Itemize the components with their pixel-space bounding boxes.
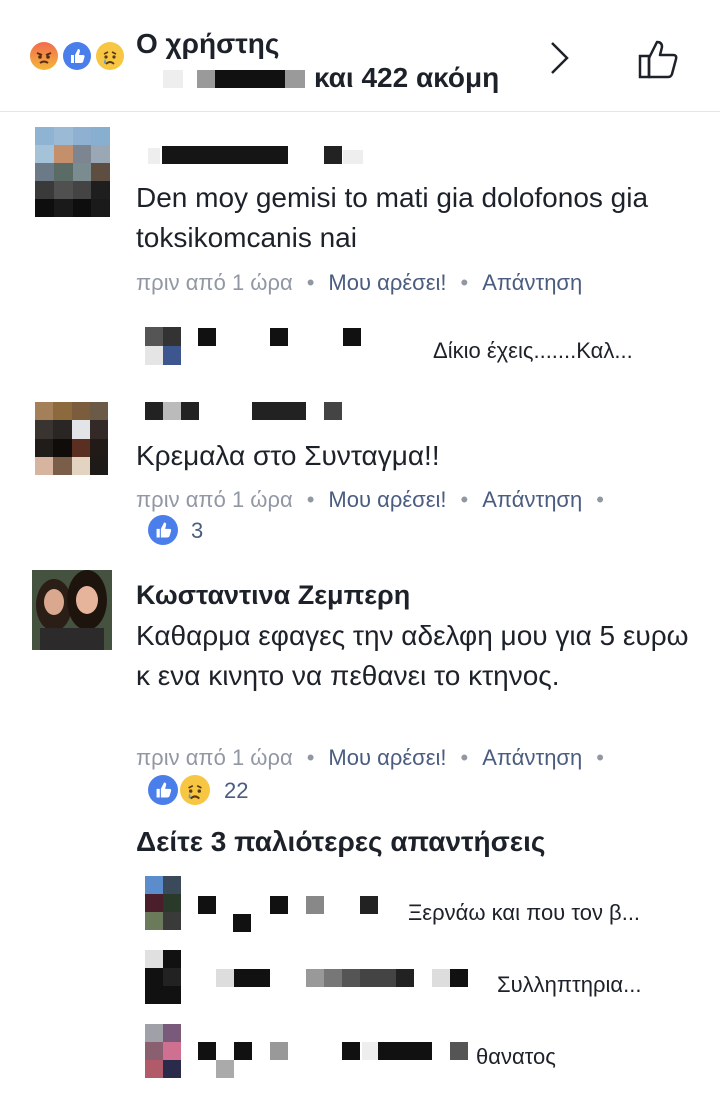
redacted-name <box>198 328 216 346</box>
redacted-name <box>306 896 324 914</box>
reply-link[interactable]: Απάντηση <box>482 745 582 770</box>
redacted-name <box>234 969 270 987</box>
redacted-name <box>450 1042 468 1060</box>
divider <box>0 111 720 112</box>
like-icon <box>148 515 178 545</box>
reply-preview-text: Ξερνάω και που τον β... <box>408 900 641 925</box>
avatar <box>145 876 181 930</box>
redacted-name <box>450 969 468 987</box>
reply-preview-text: θανατος <box>476 1044 556 1069</box>
redacted-name <box>342 1042 360 1060</box>
comment-meta: πριν από 1 ώρα • Μου αρέσει! • Απάντηση • <box>136 487 604 512</box>
redacted-name <box>270 896 288 914</box>
see-older-replies-link[interactable]: Δείτε 3 παλιότερες απαντήσεις <box>136 826 545 858</box>
comment-meta: πριν από 1 ώρα • Μου αρέσει! • Απάντηση • <box>136 745 604 770</box>
sad-icon <box>96 42 124 70</box>
avatar <box>145 327 181 365</box>
redacted-name <box>343 328 361 346</box>
header-others: και 422 ακόμη <box>314 62 500 93</box>
chevron-right-icon[interactable] <box>548 40 572 81</box>
redacted-name <box>360 969 396 987</box>
comment-text: Den moy gemisi to mati gia dolofonos gia… <box>136 182 649 253</box>
comment-meta: πριν από 1 ώρα • Μου αρέσει! • Απάντηση <box>136 270 583 295</box>
comment-time: πριν από 1 ώρα <box>136 745 293 770</box>
header-title: Ο χρήστης <box>136 28 280 59</box>
like-icon <box>63 42 91 70</box>
redacted-name <box>378 1042 432 1060</box>
comment-text: Καθαρμα εφαγες την αδελφη μου για 5 ευρω… <box>136 620 689 691</box>
redacted-name <box>396 969 414 987</box>
redacted-name <box>198 896 216 914</box>
avatar[interactable] <box>32 570 112 650</box>
sad-icon <box>180 775 210 805</box>
redacted-name <box>324 402 342 420</box>
like-link[interactable]: Μου αρέσει! <box>328 270 446 295</box>
thumbs-up-icon[interactable] <box>637 38 681 85</box>
redacted-name <box>362 1042 378 1060</box>
redacted-name <box>162 146 288 164</box>
like-icon <box>148 775 178 805</box>
redacted-name <box>343 150 363 164</box>
redacted-name <box>360 896 378 914</box>
reply-preview-text: Δίκιο έχεις.......Καλ... <box>433 338 633 363</box>
reply-link[interactable]: Απάντηση <box>482 270 582 295</box>
redacted-name <box>216 969 234 987</box>
reaction-count: 22 <box>224 778 249 803</box>
redacted-name <box>197 70 215 88</box>
redacted-name <box>270 1042 288 1060</box>
redacted-name <box>163 70 183 88</box>
avatar[interactable] <box>35 127 110 217</box>
avatar[interactable] <box>35 402 108 475</box>
redacted-name <box>234 1042 252 1060</box>
redacted-name <box>145 402 163 420</box>
like-link[interactable]: Μου αρέσει! <box>328 487 446 512</box>
redacted-name <box>163 402 181 420</box>
comment-time: πριν από 1 ώρα <box>136 487 293 512</box>
reply-link[interactable]: Απάντηση <box>482 487 582 512</box>
comment-text: Κρεμαλα στο Συνταγμα!! <box>136 440 440 471</box>
redacted-name <box>324 969 342 987</box>
redacted-name <box>285 70 305 88</box>
avatar <box>145 950 181 1004</box>
redacted-name <box>306 969 324 987</box>
reaction-count: 3 <box>191 518 204 543</box>
redacted-name <box>252 402 306 420</box>
redacted-name <box>270 328 288 346</box>
redacted-name <box>216 1060 234 1078</box>
redacted-name <box>215 70 285 88</box>
redacted-name <box>198 1042 216 1060</box>
redacted-name <box>324 146 342 164</box>
commenter-name[interactable]: Κωσταντινα Ζεμπερη <box>136 580 410 611</box>
redacted-name <box>148 148 160 164</box>
redacted-name <box>181 402 199 420</box>
redacted-name <box>432 969 450 987</box>
reply-preview-text: Συλληπτηρια... <box>497 972 642 997</box>
redacted-name <box>233 914 251 932</box>
like-link[interactable]: Μου αρέσει! <box>328 745 446 770</box>
redacted-name <box>342 969 360 987</box>
angry-icon <box>30 42 58 70</box>
avatar <box>145 1024 181 1078</box>
comment-time: πριν από 1 ώρα <box>136 270 293 295</box>
